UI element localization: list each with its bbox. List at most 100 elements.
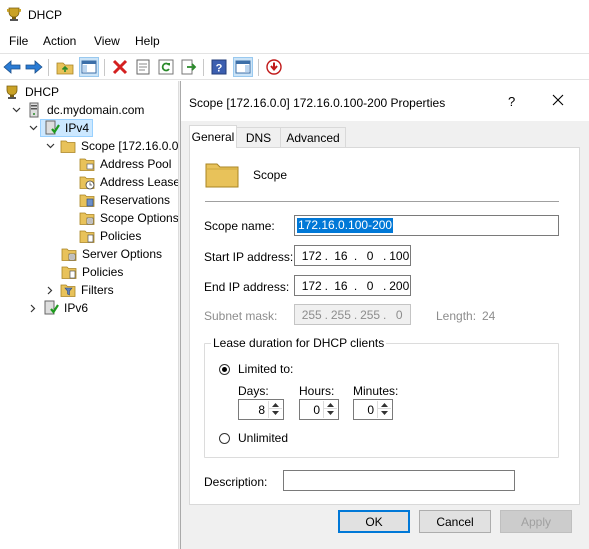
refresh-icon — [158, 59, 174, 75]
tab-dns[interactable]: DNS — [236, 127, 281, 147]
window-titlebar: DHCP — [0, 0, 589, 30]
menu-action[interactable]: Action — [43, 34, 76, 48]
days-value: 8 — [258, 403, 265, 417]
server-options-icon — [61, 248, 77, 261]
start-ip-input[interactable]: 172. 16. 0. 100 — [294, 245, 411, 266]
window-title: DHCP — [28, 8, 63, 22]
apply-button: Apply — [500, 510, 572, 533]
tree-node-scope-options[interactable]: Scope Options — [79, 209, 179, 227]
back-arrow-icon — [3, 60, 21, 74]
dialog-help-button[interactable]: ? — [508, 94, 515, 109]
menu-help[interactable]: Help — [135, 34, 160, 48]
deactivate-scope-button[interactable] — [264, 57, 284, 77]
policies-icon — [61, 266, 77, 279]
days-spinner[interactable]: 8 — [238, 399, 284, 420]
console-tree: DHCP dc.mydomain.com IPv4 Scope [172.16.… — [0, 81, 182, 549]
tree-node-address-pool[interactable]: Address Pool — [79, 155, 171, 173]
tree-node-dhcp[interactable]: DHCP — [4, 83, 59, 101]
show-hide-tree-button[interactable] — [79, 57, 99, 77]
delete-button[interactable] — [110, 57, 130, 77]
tree-label: Policies — [100, 229, 142, 243]
tree-node-server-options[interactable]: Server Options — [61, 245, 162, 263]
end-ip-input[interactable]: 172. 16. 0. 200 — [294, 275, 411, 296]
chevron-right-icon[interactable] — [44, 284, 56, 296]
ip-octet: 255 — [301, 307, 322, 322]
toolbar-separator — [258, 59, 259, 76]
properties-button[interactable] — [133, 57, 153, 77]
description-label: Description: — [204, 475, 268, 489]
length-label: Length: — [436, 309, 477, 323]
show-hide-action-pane-icon — [235, 60, 251, 74]
spin-up-icon[interactable] — [324, 401, 337, 409]
general-tab-page: Scope Scope name: 172.16.0.100-200 Start… — [189, 147, 580, 505]
minutes-spinner[interactable]: 0 — [353, 399, 393, 420]
tree-node-filters[interactable]: Filters — [44, 281, 114, 299]
end-ip-label: End IP address: — [204, 280, 290, 294]
forward-button[interactable] — [24, 57, 44, 77]
tree-node-reservations[interactable]: Reservations — [79, 191, 170, 209]
help-button[interactable]: ? — [209, 57, 229, 77]
minutes-label: Minutes: — [353, 384, 399, 398]
ip-octet: 255 — [360, 307, 381, 322]
subnet-mask-input: 255. 255. 255. 0 — [294, 304, 411, 325]
scope-name-selected-text: 172.16.0.100-200 — [297, 218, 394, 233]
ip-octet: 0 — [366, 248, 374, 263]
unlimited-radio[interactable] — [219, 433, 230, 444]
ip-octet: 172 — [301, 248, 322, 263]
up-level-button[interactable] — [55, 57, 75, 77]
length-value: 24 — [482, 309, 496, 323]
forward-arrow-icon — [25, 60, 43, 74]
up-folder-icon — [56, 62, 74, 75]
spin-down-icon[interactable] — [269, 409, 282, 417]
chevron-down-icon[interactable] — [44, 140, 56, 152]
dialog-titlebar: Scope [172.16.0.0] 172.16.0.100-200 Prop… — [181, 81, 589, 121]
reservations-icon — [79, 194, 95, 207]
tree-label: Scope [172.16.0.0] — [81, 139, 182, 153]
filter-icon — [60, 284, 76, 297]
spin-up-icon[interactable] — [269, 401, 282, 409]
toolbar-separator — [104, 59, 105, 76]
ip-octet: 255 — [330, 307, 351, 322]
chevron-down-icon[interactable] — [10, 104, 22, 116]
tree-node-address-leases[interactable]: Address Lease — [79, 173, 180, 191]
back-button[interactable] — [2, 57, 22, 77]
limited-to-label: Limited to: — [238, 362, 294, 376]
description-input[interactable] — [283, 470, 515, 491]
menu-bar: File Action View Help — [0, 30, 589, 52]
hours-label: Hours: — [299, 384, 335, 398]
tree-label: Address Lease — [100, 175, 181, 189]
spin-up-icon[interactable] — [378, 401, 391, 409]
tree-node-scope-policies[interactable]: Policies — [79, 227, 141, 245]
spin-down-icon[interactable] — [378, 409, 391, 417]
unlimited-label: Unlimited — [238, 431, 289, 445]
scope-header-caption: Scope — [253, 168, 288, 182]
cancel-button[interactable]: Cancel — [419, 510, 491, 533]
close-icon[interactable] — [551, 93, 565, 107]
menu-file[interactable]: File — [9, 34, 28, 48]
hours-value: 0 — [313, 403, 320, 417]
spin-down-icon[interactable] — [324, 409, 337, 417]
ip-octet: 172 — [301, 278, 322, 293]
scope-name-input[interactable]: 172.16.0.100-200 — [294, 215, 559, 236]
chevron-right-icon[interactable] — [27, 302, 39, 314]
ok-button[interactable]: OK — [338, 510, 410, 533]
refresh-button[interactable] — [156, 57, 176, 77]
tree-node-policies[interactable]: Policies — [61, 263, 123, 281]
tab-advanced[interactable]: Advanced — [280, 127, 346, 147]
limited-to-radio[interactable] — [219, 364, 230, 375]
tree-node-ipv4[interactable]: IPv4 — [27, 119, 94, 137]
tree-node-ipv6[interactable]: IPv6 — [27, 299, 88, 317]
chevron-down-icon[interactable] — [27, 122, 39, 134]
tree-node-scope[interactable]: Scope [172.16.0.0] — [44, 137, 182, 155]
tree-label: Filters — [81, 283, 114, 297]
ip-octet: 200 — [389, 278, 410, 293]
export-list-button[interactable] — [179, 57, 199, 77]
subnet-mask-label: Subnet mask: — [204, 309, 278, 323]
show-hide-action-pane-button[interactable] — [233, 57, 253, 77]
properties-icon — [136, 59, 150, 75]
menu-view[interactable]: View — [94, 34, 120, 48]
tree-label: Scope Options — [100, 211, 179, 225]
hours-spinner[interactable]: 0 — [299, 399, 339, 420]
tab-general[interactable]: General — [189, 125, 237, 148]
tree-node-server[interactable]: dc.mydomain.com — [10, 101, 144, 119]
